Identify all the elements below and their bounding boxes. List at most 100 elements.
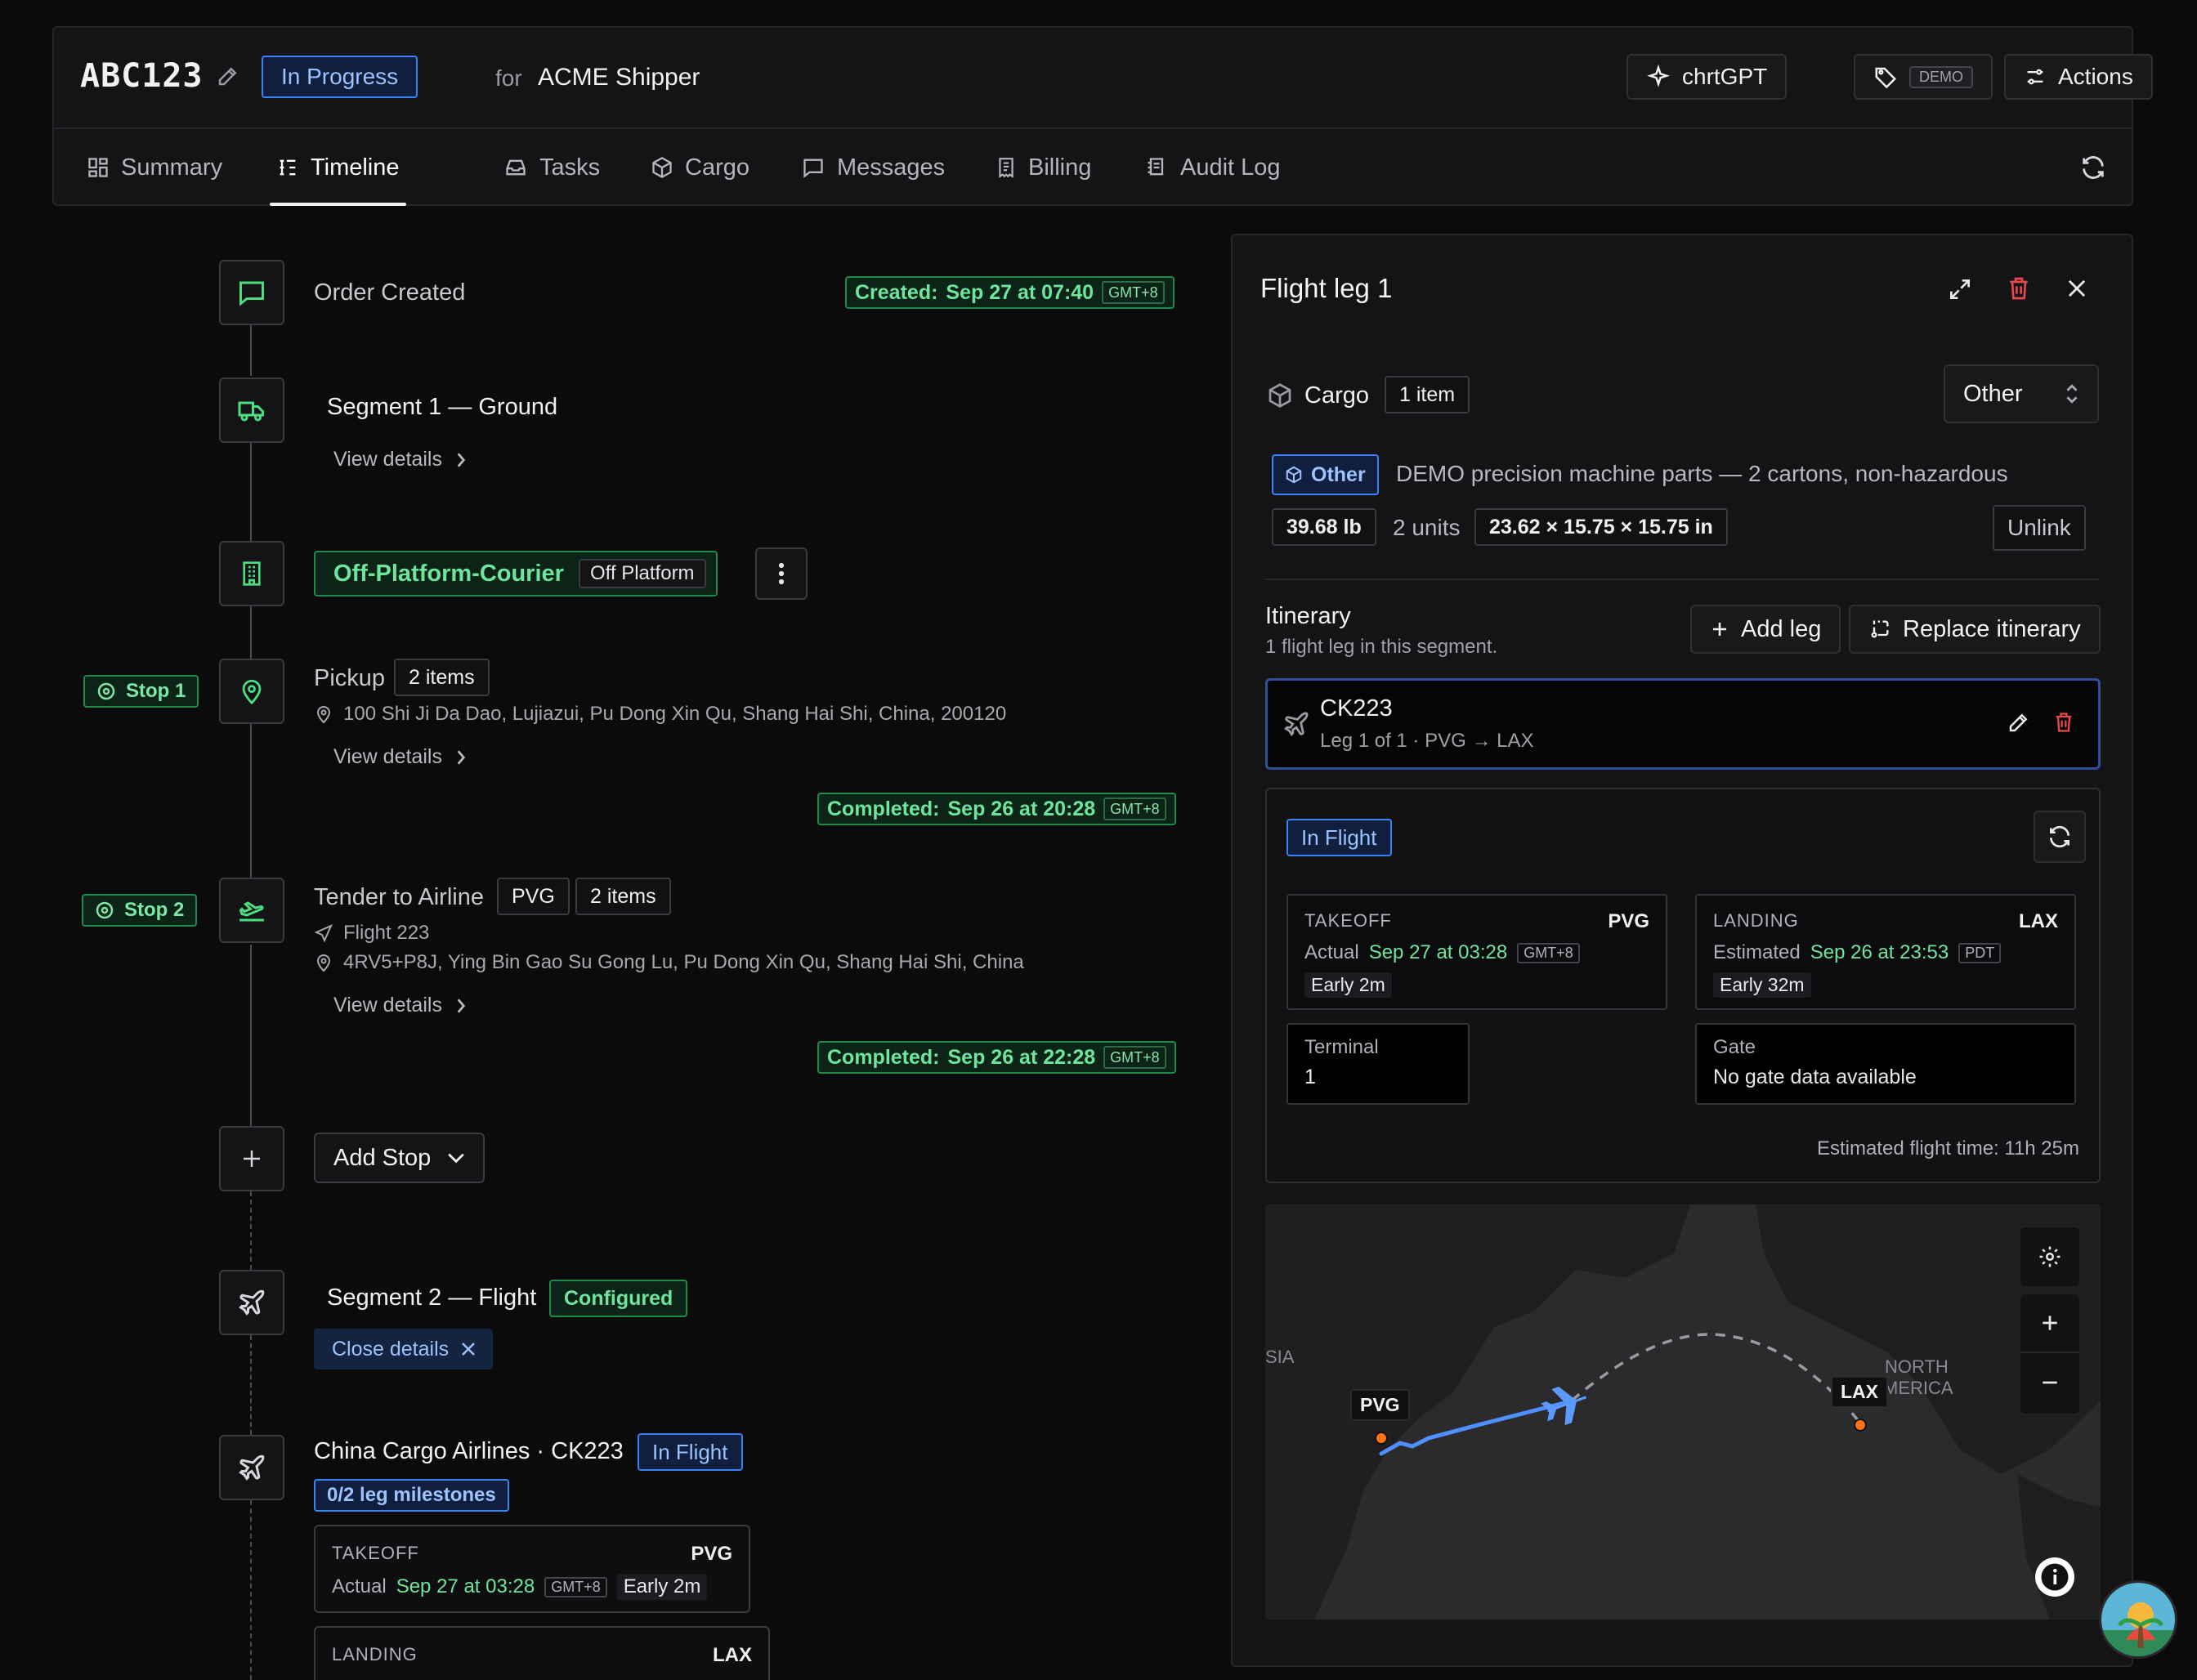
cargo-weight: 39.68 lb (1272, 508, 1376, 546)
refresh-icon (2050, 825, 2069, 848)
target-icon (97, 682, 115, 700)
avatar-image (2101, 1583, 2175, 1656)
expand-button[interactable] (1947, 276, 1973, 302)
zoom-in-button[interactable] (2020, 1294, 2079, 1353)
timeline-connector-dashed (250, 1500, 252, 1680)
tab-billing[interactable]: Billing (996, 129, 1091, 206)
message-icon (803, 159, 823, 178)
segment-1-view-details[interactable]: View details (333, 448, 468, 471)
edit-leg-button[interactable] (2007, 710, 2031, 735)
pickup-view-details[interactable]: View details (333, 745, 468, 769)
created-timestamp: Created: Sep 27 at 07:40 GMT+8 (845, 276, 1175, 309)
courier-menu-button[interactable] (755, 547, 808, 600)
cargo-description: DEMO precision machine parts — 2 cartons… (1396, 461, 2008, 486)
pickup-items-chip: 2 items (394, 659, 490, 696)
leg-plane-icon-wrap (1282, 710, 1310, 738)
replace-itinerary-button[interactable]: Replace itinerary (1849, 605, 2101, 654)
tab-cargo[interactable]: Cargo (651, 129, 749, 206)
target-icon (96, 901, 114, 919)
stamp-label: Created: (855, 280, 938, 304)
add-stop-label: Add Stop (333, 1144, 432, 1171)
delete-leg-row-button[interactable] (2052, 710, 2075, 735)
shipper-name[interactable]: ACME Shipper (538, 64, 700, 92)
leg-flight-code: CK223 (1320, 695, 1393, 722)
stop-2-badge: Stop 2 (82, 894, 198, 927)
map-label-america: MERICA (1883, 1378, 1953, 1398)
stamp-label: Completed: (827, 1045, 940, 1069)
tender-airport-chip: PVG (497, 878, 570, 915)
map-pin-icon (316, 706, 331, 724)
close-panel-button[interactable] (2066, 278, 2087, 299)
inbox-icon (506, 159, 526, 176)
map-label-north: NORTH (1885, 1356, 1949, 1377)
airline-status-badge: In Flight (638, 1433, 743, 1471)
leg-milestones-badge[interactable]: 0/2 leg milestones (314, 1479, 509, 1512)
flight-status-badge: In Flight (1286, 819, 1392, 856)
pencil-icon (218, 67, 237, 86)
order-id: ABC123 (80, 57, 204, 95)
tab-messages[interactable]: Messages (801, 129, 945, 206)
tab-label: Audit Log (1180, 154, 1281, 181)
timezone-chip: GMT+8 (1517, 942, 1580, 963)
takeoff-time-row: Actual Sep 27 at 03:28 GMT+8 (1304, 941, 1580, 964)
tab-bar: Summary Timeline Tasks Cargo Messages Bi… (54, 129, 2132, 206)
off-platform-tag: Off Platform (578, 559, 706, 588)
tab-tasks[interactable]: Tasks (503, 129, 600, 206)
takeoff-mini-card: TAKEOFF PVG Actual Sep 27 at 03:28 GMT+8… (314, 1525, 750, 1613)
pickup-node (219, 659, 284, 724)
tab-summary[interactable]: Summary (87, 129, 222, 206)
plus-icon (244, 1151, 260, 1167)
edit-order-id-button[interactable] (216, 64, 240, 88)
tab-label: Summary (121, 154, 223, 181)
zoom-out-button[interactable] (2020, 1353, 2079, 1412)
tab-audit-log[interactable]: Audit Log (1144, 129, 1281, 206)
address-text: 100 Shi Ji Da Dao, Lujiazui, Pu Dong Xin… (343, 703, 1007, 725)
courier-card[interactable]: Off-Platform-Courier Off Platform (314, 551, 718, 596)
timeline-icon (280, 159, 296, 176)
sliders-icon (2027, 69, 2043, 85)
add-leg-button[interactable]: Add leg (1690, 605, 1841, 654)
refresh-button[interactable] (2079, 154, 2107, 181)
chrtgpt-button[interactable]: chrtGPT (1626, 54, 1788, 100)
timezone-chip: PDT (1958, 942, 2002, 963)
chevron-right-icon (457, 998, 466, 1013)
panel-title: Flight leg 1 (1260, 273, 1393, 303)
stamp-label: Completed: (827, 797, 940, 820)
refresh-status-button[interactable] (2034, 811, 2086, 863)
takeoff-box: TAKEOFF PVG Actual Sep 27 at 03:28 GMT+8… (1286, 894, 1667, 1010)
tender-view-details[interactable]: View details (333, 994, 468, 1017)
view-details-label: View details (333, 448, 442, 471)
leg-card[interactable]: CK223 Leg 1 of 1 · PVG → LAX (1265, 678, 2101, 770)
delete-leg-button[interactable] (2006, 275, 2032, 302)
view-details-label: View details (333, 745, 442, 768)
plus-icon (2043, 1316, 2057, 1330)
close-details-button[interactable]: Close details (314, 1329, 494, 1369)
courier-node (219, 541, 284, 606)
flight-map[interactable]: SIA NORTH MERICA PVG LAX (1265, 1204, 2101, 1620)
tab-label: Messages (837, 154, 946, 181)
tender-flight: Flight 223 (314, 922, 429, 945)
unlink-button[interactable]: Unlink (1993, 505, 2086, 551)
order-status-badge: In Progress (262, 56, 418, 98)
add-stop-button[interactable]: Add Stop (314, 1133, 485, 1183)
airline-leg-node (219, 1435, 284, 1500)
cargo-type-select[interactable]: Other (1944, 364, 2099, 423)
actions-button[interactable]: Actions (2004, 54, 2153, 100)
user-avatar[interactable] (2099, 1580, 2177, 1659)
tags-button[interactable]: DEMO (1854, 54, 1993, 100)
segment-2-status: Configured (549, 1280, 688, 1317)
box-icon (652, 156, 672, 179)
header-row: ABC123 In Progress for ACME Shipper chrt… (54, 28, 2153, 129)
map-info-button[interactable] (2035, 1557, 2074, 1597)
cargo-dimensions: 23.62 × 15.75 × 15.75 in (1474, 508, 1728, 546)
landing-code: LAX (2019, 910, 2058, 932)
map-settings-button[interactable] (2020, 1227, 2079, 1286)
tab-timeline[interactable]: Timeline (270, 129, 406, 206)
tender-address: 4RV5+P8J, Ying Bin Gao Su Gong Lu, Pu Do… (314, 951, 1024, 974)
landing-time: Sep 26 at 23:53 (1810, 941, 1949, 963)
pickup-title: Pickup (314, 665, 386, 691)
cargo-select-value: Other (1963, 380, 2023, 407)
terminal-label: Terminal (1304, 1036, 1379, 1058)
add-stop-node[interactable] (219, 1126, 284, 1191)
minus-icon (2043, 1381, 2057, 1384)
